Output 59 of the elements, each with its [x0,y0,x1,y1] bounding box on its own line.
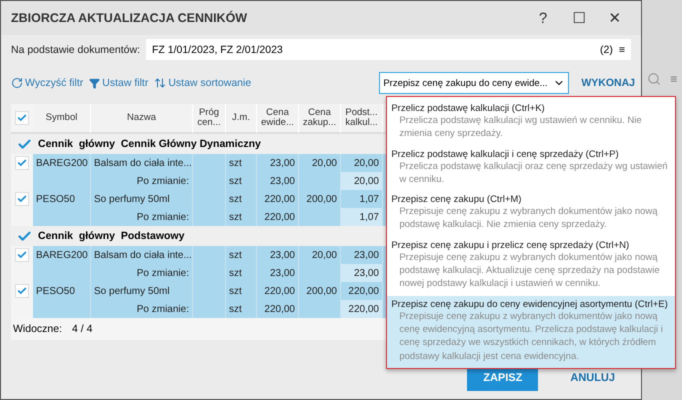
toolbar-link[interactable]: Ustaw sortowanie [154,77,252,89]
column-header[interactable]: J.m. [226,104,257,134]
filter-icon [89,78,100,88]
cancel-button[interactable]: ANULUJ [554,365,631,391]
table-cell: 1,07 [341,208,383,226]
column-header[interactable]: Nazwa [91,104,193,134]
option-title: Przepisz cenę zakupu do ceny ewidencyjnej asortymentu (Ctrl+E) [391,298,669,310]
check-icon [17,113,27,123]
dropdown-option[interactable] [387,296,676,368]
search-icon[interactable] [646,72,661,86]
refresh-icon [11,77,23,89]
dropdown-option[interactable] [387,236,676,296]
run-button[interactable]: WYKONAJ [575,77,637,89]
field-label: Na podstawie dokumentów: [11,44,140,56]
dropdown-option[interactable]: Przepisz cenę zakupu (Ctrl+M) Przepisuje cenę zakupu z wybranych dokumentów jako nową podstawę kalkulacji. Nie zmienia ceny sprzedaży. [387,191,676,237]
column-header[interactable]: Cena ewide... [257,104,299,134]
checkbox[interactable] [15,156,29,170]
checkbox[interactable] [15,111,29,125]
check-icon [17,194,27,204]
toolbar-link[interactable]: Wyczyść filtr [11,77,84,89]
toolbar-link[interactable]: Ustaw filtr [89,77,148,89]
sort-icon [154,77,166,89]
checkbox[interactable] [15,192,29,206]
column-header[interactable]: Cena zakup... [299,104,341,134]
column-header[interactable]: Symbol [33,104,91,134]
table-cell [11,172,33,190]
option-title: Przepisz cenę zakupu (Ctrl+M) [391,194,522,206]
dropdown-option[interactable]: Przelicz podstawę kalkulacji (Ctrl+K) Przelicza podstawę kalkulacji wg ustawień w cenniku. Nie zmienia ceny sprzedaży. [387,100,676,146]
window-title: ZBIORCZA AKTUALIZACJA CENNIKÓW [11,11,248,25]
window-button[interactable]: ☐ [561,8,597,28]
group-title: Cennik główny Cennik Główny Dynamiczny [38,138,261,150]
visible-label: Widoczne: [13,323,62,335]
checkbox[interactable] [15,248,29,262]
table-cell: 23,00 [341,264,383,282]
option-description: Przelicza podstawę kalkulacji wg ustawień w cenniku. Nie zmienia ceny sprzedaży. [398,114,643,141]
check-icon [17,250,27,260]
operation-dropdown[interactable]: Przepisz cenę zakupu do ceny ewide... [379,72,570,94]
group-title: Cennik główny Podstawowy [38,230,184,242]
window-button[interactable]: ? [525,8,561,28]
dropdown-option[interactable]: Przelicz podstawę kalkulacji i cenę sprzedaży (Ctrl+P) Przelicza podstawę kalkulacji oraz cenę sprzedaży wg ustawień w cenniku. [387,146,676,192]
check-icon[interactable] [17,136,32,152]
documents-field[interactable]: FZ 1/01/2023, FZ 2/01/2023 (2) ≡ [146,39,631,60]
menu-icon[interactable]: ≡ [618,44,625,56]
option-description: Przepisuje cenę zakupu z wybranych dokumentów jako nową cenę ewidencyjną asortymentu. Przelicza podstawę kalkulacji i cenę sprzedaży we wszystkich cennikach, w których źródłem podstawy kalkulacji jest cena ewidencyjna. [398,310,664,363]
column-header[interactable]: Podst... kalkul... [341,104,383,134]
field-value: FZ 1/01/2023, FZ 2/01/2023 [152,44,284,56]
option-description: Przepisuje cenę zakupu z wybranych dokumentów jako nową podstawę kalkulacji. Nie zmienia ceny sprzedaży. [398,205,659,232]
window-button[interactable]: ✕ [597,8,633,28]
table-cell: 220,00 [341,300,383,318]
document-count: (2) [600,44,613,56]
check-icon [17,158,27,168]
table-cell: 20,00 [341,172,383,190]
option-title: Przelicz podstawę kalkulacji (Ctrl+K) [391,103,546,114]
column-header[interactable]: Próg cen... [193,104,226,134]
checkbox[interactable] [15,284,29,298]
visible-count: 4 / 4 [72,323,92,335]
check-icon [17,286,27,296]
check-icon[interactable] [17,228,32,244]
table-cell [11,264,33,282]
